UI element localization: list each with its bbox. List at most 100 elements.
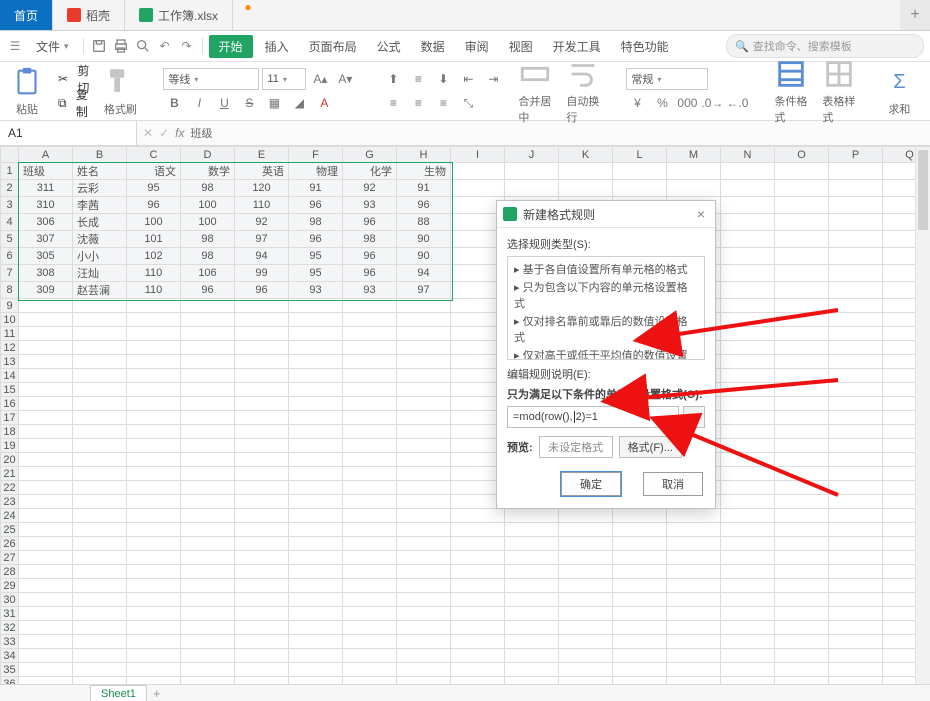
cell[interactable]	[397, 327, 451, 341]
rule-type-item[interactable]: ▸ 基于各自值设置所有单元格的格式	[508, 260, 704, 278]
row-header[interactable]: 26	[1, 537, 19, 551]
cell[interactable]	[127, 565, 181, 579]
column-header[interactable]: L	[613, 147, 667, 163]
bold-button[interactable]: B	[163, 92, 185, 114]
cell[interactable]	[235, 607, 289, 621]
cell[interactable]	[289, 439, 343, 453]
row-header[interactable]: 30	[1, 593, 19, 607]
column-header[interactable]: A	[19, 147, 73, 163]
cell[interactable]	[775, 231, 829, 248]
cell[interactable]	[181, 383, 235, 397]
cell[interactable]	[343, 299, 397, 313]
cell[interactable]	[343, 467, 397, 481]
cell[interactable]	[235, 621, 289, 635]
cell[interactable]	[343, 481, 397, 495]
cell[interactable]	[829, 231, 883, 248]
cell[interactable]	[127, 341, 181, 355]
cell[interactable]	[343, 607, 397, 621]
header-cell[interactable]: 班级	[19, 163, 73, 180]
cell[interactable]	[127, 649, 181, 663]
cell[interactable]	[181, 481, 235, 495]
cell[interactable]	[829, 551, 883, 565]
align-center-button[interactable]: ≡	[407, 92, 429, 114]
cell[interactable]	[451, 163, 505, 180]
indent-dec-button[interactable]: ⇤	[457, 68, 479, 90]
cell[interactable]	[289, 523, 343, 537]
cell[interactable]	[181, 537, 235, 551]
cell[interactable]	[667, 551, 721, 565]
cell[interactable]	[127, 593, 181, 607]
cell[interactable]	[235, 579, 289, 593]
cell[interactable]	[721, 214, 775, 231]
cell[interactable]	[613, 163, 667, 180]
cell[interactable]	[775, 621, 829, 635]
cell[interactable]	[829, 248, 883, 265]
cell[interactable]: 90	[397, 248, 451, 265]
cell[interactable]: 98	[181, 248, 235, 265]
cell[interactable]	[181, 411, 235, 425]
cell[interactable]	[559, 607, 613, 621]
dialog-title-bar[interactable]: 新建格式规则 ×	[497, 201, 715, 228]
cell[interactable]	[775, 411, 829, 425]
cell[interactable]	[235, 509, 289, 523]
cell[interactable]: 96	[289, 197, 343, 214]
cell[interactable]	[397, 565, 451, 579]
cell[interactable]: 98	[343, 231, 397, 248]
cell[interactable]	[775, 453, 829, 467]
cell[interactable]	[73, 579, 127, 593]
cell[interactable]: 98	[181, 231, 235, 248]
row-header[interactable]: 24	[1, 509, 19, 523]
cell[interactable]	[613, 607, 667, 621]
cell[interactable]	[235, 453, 289, 467]
cell[interactable]	[19, 551, 73, 565]
cell[interactable]	[73, 593, 127, 607]
cell[interactable]	[289, 663, 343, 677]
cell[interactable]: 96	[343, 265, 397, 282]
cell[interactable]	[127, 495, 181, 509]
cell[interactable]	[505, 579, 559, 593]
cell[interactable]	[19, 341, 73, 355]
cell[interactable]: 88	[397, 214, 451, 231]
row-header[interactable]: 4	[1, 214, 19, 231]
menu-devtools[interactable]: 开发工具	[545, 35, 609, 58]
cell[interactable]	[235, 481, 289, 495]
cell[interactable]	[451, 565, 505, 579]
column-header[interactable]: D	[181, 147, 235, 163]
cell[interactable]	[829, 537, 883, 551]
column-header[interactable]: C	[127, 147, 181, 163]
cell[interactable]	[127, 355, 181, 369]
cell[interactable]	[181, 439, 235, 453]
column-header[interactable]: G	[343, 147, 397, 163]
cell[interactable]	[343, 425, 397, 439]
cell[interactable]	[829, 355, 883, 369]
cell[interactable]	[721, 523, 775, 537]
cell[interactable]	[289, 467, 343, 481]
cell[interactable]	[721, 439, 775, 453]
indent-inc-button[interactable]: ⇥	[482, 68, 504, 90]
cell[interactable]	[181, 299, 235, 313]
scrollbar-thumb[interactable]	[918, 150, 928, 230]
cell[interactable]: 96	[289, 231, 343, 248]
cell[interactable]	[19, 327, 73, 341]
cell[interactable]	[181, 523, 235, 537]
cell[interactable]	[721, 649, 775, 663]
cell[interactable]	[235, 649, 289, 663]
cell[interactable]	[775, 163, 829, 180]
cell[interactable]	[289, 621, 343, 635]
row-header[interactable]: 10	[1, 313, 19, 327]
dec-inc-button[interactable]: .0→	[701, 92, 723, 114]
cell[interactable]	[451, 635, 505, 649]
cell[interactable]	[343, 593, 397, 607]
cell[interactable]	[775, 327, 829, 341]
cell[interactable]: 97	[397, 282, 451, 299]
cell[interactable]	[559, 509, 613, 523]
redo-icon[interactable]: ↷	[178, 37, 196, 55]
cell[interactable]	[343, 621, 397, 635]
header-cell[interactable]: 英语	[235, 163, 289, 180]
cell[interactable]: 91	[397, 180, 451, 197]
cell[interactable]	[127, 327, 181, 341]
cell[interactable]	[397, 341, 451, 355]
cell[interactable]	[73, 649, 127, 663]
cell[interactable]	[613, 565, 667, 579]
new-tab-button[interactable]: +	[900, 0, 930, 30]
